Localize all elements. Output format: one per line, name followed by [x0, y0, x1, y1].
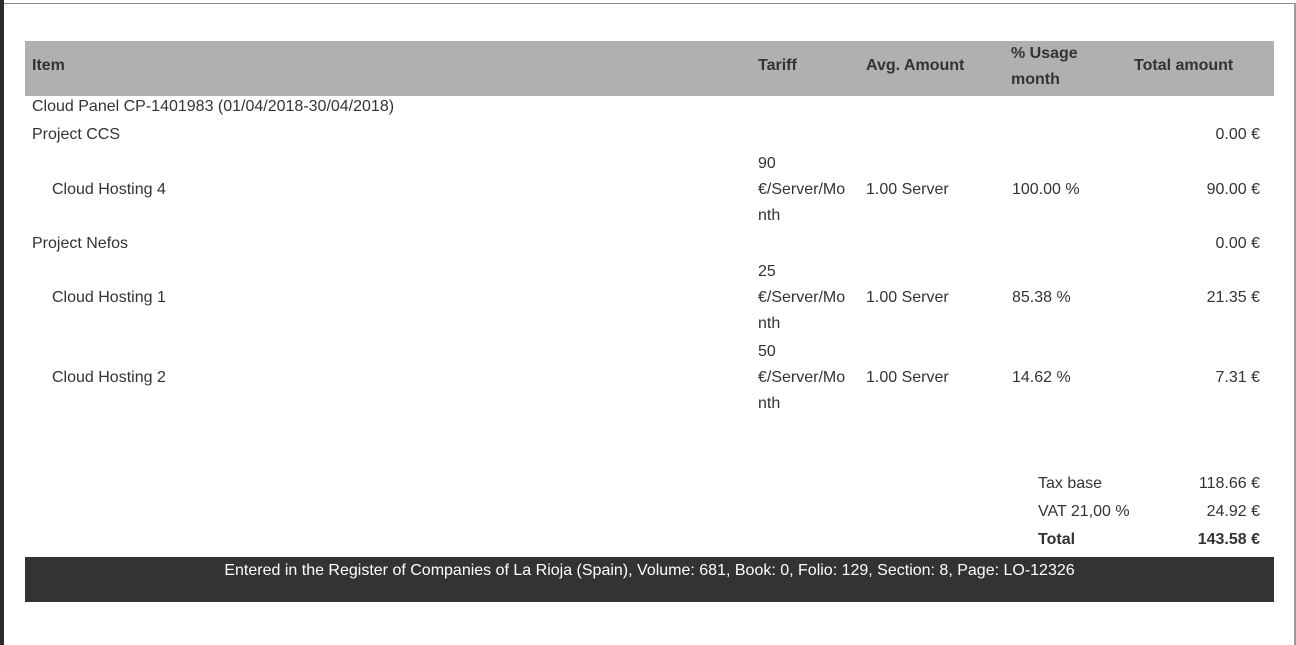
item-name: Cloud Hosting 4: [52, 181, 166, 198]
item-name: Cloud Hosting 2: [52, 369, 166, 386]
tariff-line: 25: [758, 263, 776, 280]
header-usage-month: % Usage month: [1011, 41, 1078, 93]
project-total: 0.00 €: [1215, 235, 1260, 252]
header-usage-line2: month: [1011, 71, 1060, 88]
tariff-line: nth: [758, 315, 781, 332]
tariff-line: 50: [758, 343, 776, 360]
total-value: 143.58 €: [1197, 531, 1260, 548]
header-total-amount: Total amount: [1134, 57, 1234, 74]
tariff-line: 90: [758, 155, 776, 172]
tariff-line: €/Server/Mo: [758, 369, 846, 386]
tax-base-value: 118.66 €: [1198, 475, 1260, 492]
item-name: Cloud Hosting 1: [52, 289, 166, 306]
table-header: Item Tariff Avg. Amount % Usage month To…: [25, 41, 1274, 96]
item-avg-amount: 1.00 Server: [866, 369, 949, 386]
tariff-line: nth: [758, 207, 781, 224]
item-tariff: 50 €/Server/Mo nth: [758, 339, 845, 417]
item-tariff: 25 €/Server/Mo nth: [758, 259, 845, 337]
item-tariff: 90 €/Server/Mo nth: [758, 151, 845, 229]
window-left-border: [0, 0, 4, 645]
header-usage-line1: % Usage: [1011, 45, 1078, 62]
tariff-line: €/Server/Mo: [758, 289, 846, 306]
header-tariff: Tariff: [758, 57, 797, 74]
item-total: 90.00 €: [1206, 181, 1260, 198]
vat-value: 24.92 €: [1206, 503, 1260, 520]
item-usage: 100.00 %: [1012, 181, 1080, 198]
item-avg-amount: 1.00 Server: [866, 289, 949, 306]
header-avg-amount: Avg. Amount: [866, 57, 965, 74]
item-total: 21.35 €: [1206, 289, 1260, 306]
header-item: Item: [32, 57, 65, 74]
vat-label: VAT 21,00 %: [1038, 503, 1130, 520]
item-avg-amount: 1.00 Server: [866, 181, 949, 198]
item-usage: 85.38 %: [1012, 289, 1071, 306]
register-info: Entered in the Register of Companies of …: [224, 562, 1075, 579]
project-name: Project Nefos: [32, 235, 129, 252]
project-total: 0.00 €: [1215, 126, 1260, 143]
window-top-border: [4, 3, 1296, 4]
item-usage: 14.62 %: [1012, 369, 1071, 386]
tariff-line: €/Server/Mo: [758, 181, 846, 198]
total-label: Total: [1038, 531, 1076, 548]
panel-title: Cloud Panel CP-1401983 (01/04/2018-30/04…: [32, 98, 395, 115]
project-name: Project CCS: [32, 126, 121, 143]
tax-base-label: Tax base: [1038, 475, 1103, 492]
footer-bar: Entered in the Register of Companies of …: [25, 557, 1274, 602]
item-total: 7.31 €: [1215, 369, 1260, 386]
tariff-line: nth: [758, 395, 781, 412]
